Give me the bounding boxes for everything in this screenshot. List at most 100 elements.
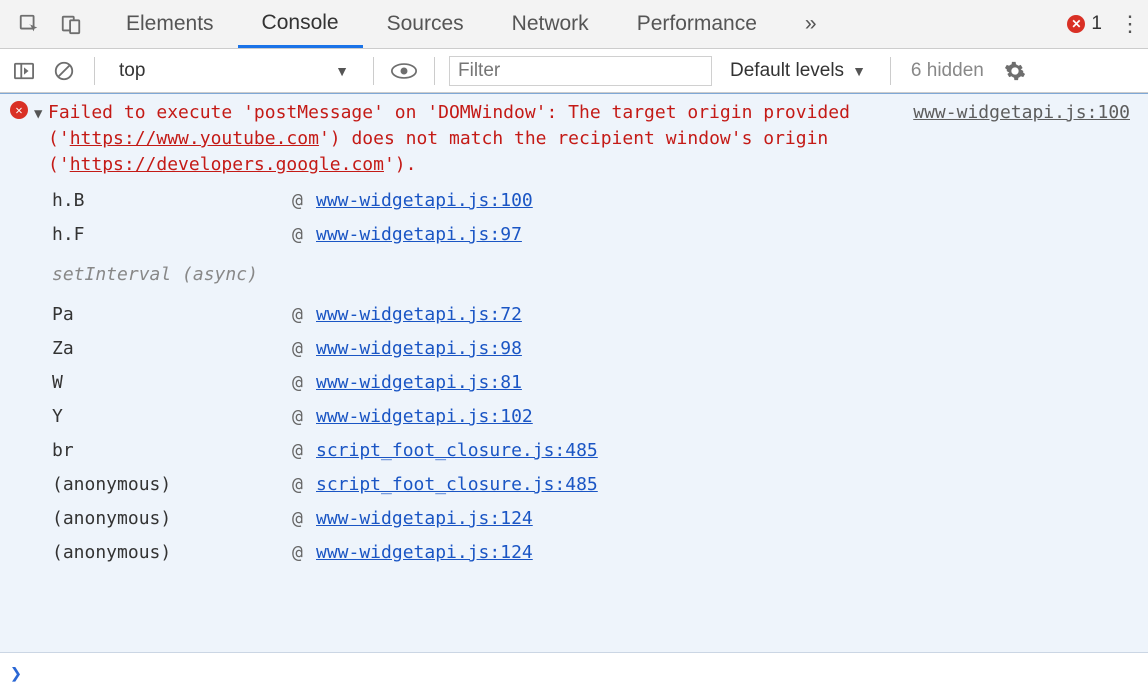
source-link[interactable]: www-widgetapi.js:97: [316, 224, 522, 245]
at-symbol: @: [292, 438, 316, 464]
at-symbol: @: [292, 540, 316, 566]
tab-sources[interactable]: Sources: [363, 0, 488, 48]
settings-gear-icon[interactable]: [998, 60, 1032, 82]
stack-location: www-widgetapi.js:100: [316, 188, 1148, 214]
at-symbol: @: [292, 302, 316, 328]
divider: [890, 57, 891, 85]
tab-console[interactable]: Console: [238, 0, 363, 48]
disclosure-triangle-icon[interactable]: ▼: [34, 101, 42, 127]
tabs-overflow[interactable]: »: [781, 0, 841, 48]
stack-function: h.B: [52, 188, 292, 214]
tab-label: Sources: [387, 12, 464, 36]
stack-frame: Y@www-widgetapi.js:102: [0, 400, 1148, 434]
at-symbol: @: [292, 404, 316, 430]
stack-function: Y: [52, 404, 292, 430]
console-error-message[interactable]: ✕ ▼ Failed to execute 'postMessage' on '…: [0, 94, 1148, 182]
stack-function: W: [52, 370, 292, 396]
stack-location: script_foot_closure.js:485: [316, 438, 1148, 464]
divider: [94, 57, 95, 85]
console-prompt[interactable]: ❯: [0, 655, 1148, 690]
panel-tabs: Elements Console Sources Network Perform…: [102, 0, 841, 48]
source-link[interactable]: script_foot_closure.js:485: [316, 440, 598, 461]
filter-input[interactable]: [449, 56, 712, 86]
source-link[interactable]: script_foot_closure.js:485: [316, 474, 598, 495]
source-link[interactable]: www-widgetapi.js:124: [316, 542, 533, 563]
console-output: ✕ ▼ Failed to execute 'postMessage' on '…: [0, 93, 1148, 653]
tab-network[interactable]: Network: [488, 0, 613, 48]
stack-function: (anonymous): [52, 506, 292, 532]
toggle-sidebar-icon[interactable]: [8, 55, 40, 87]
devtools-tabbar: Elements Console Sources Network Perform…: [0, 0, 1148, 49]
stack-location: www-widgetapi.js:124: [316, 540, 1148, 566]
stack-function: h.F: [52, 222, 292, 248]
async-label: setInterval (async): [52, 262, 1148, 288]
error-icon: ✕: [10, 101, 28, 119]
error-count-button[interactable]: ✕ 1: [1057, 0, 1112, 48]
log-levels-selector[interactable]: Default levels ▼: [720, 60, 876, 82]
stack-frame: (anonymous)@www-widgetapi.js:124: [0, 502, 1148, 536]
source-link[interactable]: www-widgetapi.js:81: [316, 372, 522, 393]
levels-label: Default levels: [730, 60, 844, 82]
hidden-messages-button[interactable]: 6 hidden: [905, 60, 990, 82]
stack-location: www-widgetapi.js:72: [316, 302, 1148, 328]
stack-async-divider: setInterval (async): [0, 252, 1148, 298]
source-link[interactable]: www-widgetapi.js:102: [316, 406, 533, 427]
error-count-value: 1: [1091, 13, 1102, 35]
stack-frame: (anonymous)@script_foot_closure.js:485: [0, 468, 1148, 502]
clear-console-icon[interactable]: [48, 55, 80, 87]
divider: [373, 57, 374, 85]
live-expression-icon[interactable]: [388, 55, 420, 87]
stack-frame: br@script_foot_closure.js:485: [0, 434, 1148, 468]
stack-function: br: [52, 438, 292, 464]
error-url-link[interactable]: https://www.youtube.com: [70, 128, 319, 149]
source-link[interactable]: www-widgetapi.js:100: [316, 190, 533, 211]
chevron-down-icon: ▼: [852, 63, 866, 79]
inspect-icon[interactable]: [8, 0, 50, 48]
stack-location: www-widgetapi.js:97: [316, 222, 1148, 248]
at-symbol: @: [292, 506, 316, 532]
console-toolbar: top ▼ Default levels ▼ 6 hidden: [0, 49, 1148, 93]
source-link[interactable]: www-widgetapi.js:100: [913, 100, 1130, 126]
stack-location: www-widgetapi.js:81: [316, 370, 1148, 396]
error-icon: ✕: [1067, 15, 1085, 33]
at-symbol: @: [292, 336, 316, 362]
stack-location: www-widgetapi.js:102: [316, 404, 1148, 430]
stack-location: script_foot_closure.js:485: [316, 472, 1148, 498]
stack-function: (anonymous): [52, 472, 292, 498]
stack-function: (anonymous): [52, 540, 292, 566]
more-menu-icon[interactable]: ⋮: [1112, 0, 1148, 48]
device-toggle-icon[interactable]: [50, 0, 92, 48]
tab-label: Performance: [637, 12, 757, 36]
context-value: top: [119, 60, 145, 82]
source-link[interactable]: www-widgetapi.js:72: [316, 304, 522, 325]
at-symbol: @: [292, 472, 316, 498]
source-link[interactable]: www-widgetapi.js:98: [316, 338, 522, 359]
chevron-down-icon: ▼: [335, 63, 349, 79]
tab-performance[interactable]: Performance: [613, 0, 781, 48]
context-selector[interactable]: top ▼: [109, 56, 359, 86]
stack-location: www-widgetapi.js:98: [316, 336, 1148, 362]
divider: [434, 57, 435, 85]
stack-frame: h.F@www-widgetapi.js:97: [0, 218, 1148, 252]
at-symbol: @: [292, 370, 316, 396]
at-symbol: @: [292, 222, 316, 248]
overflow-glyph: »: [805, 12, 817, 36]
stack-frame: h.B@www-widgetapi.js:100: [0, 184, 1148, 218]
stack-frame: (anonymous)@www-widgetapi.js:124: [0, 536, 1148, 570]
tab-label: Elements: [126, 12, 214, 36]
stack-frame: Pa@www-widgetapi.js:72: [0, 298, 1148, 332]
error-text: ').: [384, 154, 417, 175]
stack-trace: h.B@www-widgetapi.js:100h.F@www-widgetap…: [0, 182, 1148, 570]
tab-label: Console: [262, 11, 339, 35]
hidden-label: 6 hidden: [911, 60, 984, 81]
stack-frame: Za@www-widgetapi.js:98: [0, 332, 1148, 366]
error-url-link[interactable]: https://developers.google.com: [70, 154, 384, 175]
stack-location: www-widgetapi.js:124: [316, 506, 1148, 532]
tab-label: Network: [512, 12, 589, 36]
stack-function: Pa: [52, 302, 292, 328]
stack-frame: W@www-widgetapi.js:81: [0, 366, 1148, 400]
stack-function: Za: [52, 336, 292, 362]
at-symbol: @: [292, 188, 316, 214]
source-link[interactable]: www-widgetapi.js:124: [316, 508, 533, 529]
tab-elements[interactable]: Elements: [102, 0, 238, 48]
